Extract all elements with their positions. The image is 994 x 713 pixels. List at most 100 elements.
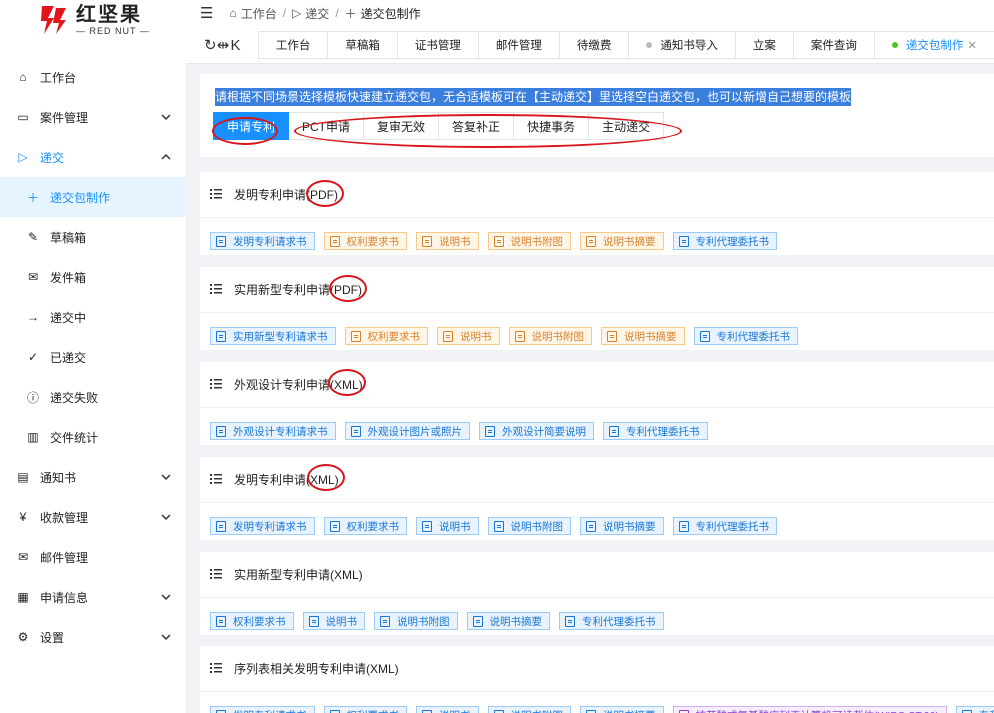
sidebar-item-10[interactable]: ▤ 通知书 (0, 457, 186, 497)
chevron-up-icon[interactable] (160, 151, 172, 163)
brand-logo[interactable]: 红坚果 — RED NUT — (0, 0, 186, 40)
template-type-5[interactable]: 主动递交 (589, 112, 665, 140)
document-tag[interactable]: 权利要求书 (323, 706, 407, 713)
document-tag[interactable]: 说明书附图 (508, 327, 592, 345)
sidebar-item-label: 通知书 (40, 470, 77, 485)
template-title[interactable]: 实用新型专利申请(XML) (234, 566, 363, 583)
sidebar-item-11[interactable]: ¥ 收款管理 (0, 497, 186, 537)
document-tag[interactable]: 说明书摘要 (466, 612, 550, 630)
home-icon: ⌂ (229, 6, 237, 20)
top-bar: ☰ ⌂ 工作台 / ▷ 递交 / ＋ 递交包制作 ↻ ⇹ K 工作台 草稿箱 证书管… (186, 0, 994, 64)
chevron-down-icon[interactable] (160, 511, 172, 523)
sidebar-item-14[interactable]: ⚙ 设置 (0, 617, 186, 657)
document-tag[interactable]: 说明书附图 (374, 612, 458, 630)
tab-4[interactable]: 待缴费 (558, 32, 629, 58)
document-tag[interactable]: 实用新型专利请求书 (210, 327, 336, 345)
document-tag[interactable]: 说明书摘要 (580, 517, 664, 535)
tab-7[interactable]: 案件查询 (792, 32, 874, 58)
template-type-1[interactable]: PCT申请 (289, 112, 365, 140)
sidebar-item-2[interactable]: ▷ 递交 (0, 137, 186, 177)
document-tag[interactable]: 专利代理委托书 (603, 422, 708, 440)
document-tag[interactable]: 权利要求书 (323, 517, 407, 535)
collapse-left-icon[interactable]: K (229, 30, 242, 60)
file-icon (422, 709, 432, 713)
document-tag[interactable]: 说明书 (437, 327, 500, 345)
template-title[interactable]: 外观设计专利申请(XML) (234, 376, 363, 393)
document-tag[interactable]: 专利代理委托书 (955, 706, 994, 713)
tab-8[interactable]: 递交包制作 ✕ (873, 32, 994, 58)
sidebar-item-13[interactable]: ▦ 申请信息 (0, 577, 186, 617)
document-tag[interactable]: 外观设计图片或照片 (344, 422, 470, 440)
sidebar-item-12[interactable]: ✉ 邮件管理 (0, 537, 186, 577)
document-tag[interactable]: 外观设计专利请求书 (210, 422, 336, 440)
document-tag[interactable]: 发明专利请求书 (210, 517, 315, 535)
file-icon (380, 615, 390, 627)
file-icon (678, 709, 689, 713)
menu-fold-icon[interactable]: ☰ (200, 4, 213, 22)
chevron-down-icon[interactable] (160, 591, 172, 603)
document-tag[interactable]: 说明书附图 (487, 706, 571, 713)
document-tag[interactable]: 权利要求书 (344, 327, 428, 345)
document-tag[interactable]: 核苷酸或氨基酸序列表计算机可读载体(WIPO ST.26) (672, 706, 947, 713)
template-type-2[interactable]: 复审无效 (364, 112, 440, 140)
sidebar-item-1[interactable]: ▭ 案件管理 (0, 97, 186, 137)
document-tag[interactable]: 说明书摘要 (601, 327, 685, 345)
document-tag[interactable]: 专利代理委托书 (693, 327, 798, 345)
document-tag[interactable]: 专利代理委托书 (672, 517, 777, 535)
sidebar-item-9[interactable]: ▥ 交件统计 (0, 417, 186, 457)
document-tag-label: 说明书附图 (511, 708, 564, 713)
list-icon (210, 188, 222, 202)
document-tag[interactable]: 专利代理委托书 (672, 232, 777, 250)
breadcrumb-mid[interactable]: 递交 (305, 5, 329, 22)
document-tag[interactable]: 说明书 (416, 517, 479, 535)
sidebar-item-0[interactable]: ⌂ 工作台 (0, 57, 186, 97)
document-tag-label: 专利代理委托书 (695, 520, 770, 533)
document-tag[interactable]: 专利代理委托书 (559, 612, 664, 630)
close-icon[interactable]: ✕ (967, 38, 977, 52)
document-tag[interactable]: 说明书 (416, 232, 479, 250)
breadcrumb-home[interactable]: 工作台 (241, 5, 277, 22)
file-icon (678, 235, 689, 247)
refresh-icon[interactable]: ↻ (204, 30, 217, 60)
document-tag-label: 外观设计简要说明 (502, 425, 586, 438)
tab-2[interactable]: 证书管理 (396, 32, 478, 58)
sidebar-item-3[interactable]: ＋ 递交包制作 (0, 177, 186, 217)
tab-5[interactable]: 通知书导入 (628, 32, 735, 58)
template-type-0[interactable]: 申请专利 (213, 112, 290, 140)
document-tag[interactable]: 权利要求书 (210, 612, 294, 630)
document-tag-label: 说明书 (439, 708, 471, 713)
document-tag[interactable]: 外观设计简要说明 (479, 422, 594, 440)
document-tag[interactable]: 说明书附图 (487, 517, 571, 535)
document-tag[interactable]: 发明专利请求书 (210, 706, 315, 713)
template-title[interactable]: 序列表相关发明专利申请(XML) (234, 660, 399, 677)
fit-width-icon[interactable]: ⇹ (217, 30, 230, 60)
document-tag-label: 说明书 (439, 520, 471, 533)
tab-6[interactable]: 立案 (734, 32, 793, 58)
template-type-3[interactable]: 答复补正 (439, 112, 515, 140)
document-tag[interactable]: 权利要求书 (323, 232, 407, 250)
tab-3[interactable]: 邮件管理 (477, 32, 559, 58)
chevron-down-icon[interactable] (160, 111, 172, 123)
chevron-down-icon[interactable] (160, 471, 172, 483)
sidebar-item-8[interactable]: ⓘ 递交失败 (0, 377, 186, 417)
template-title[interactable]: 发明专利申请(PDF) (234, 186, 338, 203)
sidebar-item-7[interactable]: ✓ 已递交 (0, 337, 186, 377)
chevron-down-icon[interactable] (160, 631, 172, 643)
document-tag-label: 发明专利请求书 (233, 235, 307, 248)
sidebar-item-6[interactable]: → 递交中 (0, 297, 186, 337)
document-tag-label: 专利代理委托书 (626, 425, 700, 438)
document-tag[interactable]: 说明书 (302, 612, 365, 630)
sidebar-item-5[interactable]: ✉ 发件箱 (0, 257, 186, 297)
document-tag[interactable]: 说明书摘要 (580, 232, 664, 250)
tab-1[interactable]: 草稿箱 (327, 32, 397, 58)
sidebar-item-4[interactable]: ✎ 草稿箱 (0, 217, 186, 257)
template-title[interactable]: 发明专利申请(XML) (234, 471, 339, 488)
document-tag[interactable]: 说明书摘要 (580, 706, 664, 713)
template-title[interactable]: 实用新型专利申请(PDF) (234, 281, 362, 298)
document-tag[interactable]: 说明书附图 (487, 232, 571, 250)
list-icon (210, 473, 222, 487)
tab-0[interactable]: 工作台 (257, 32, 328, 58)
document-tag[interactable]: 发明专利请求书 (210, 232, 315, 250)
document-tag[interactable]: 说明书 (416, 706, 479, 713)
template-type-4[interactable]: 快捷事务 (514, 112, 590, 140)
